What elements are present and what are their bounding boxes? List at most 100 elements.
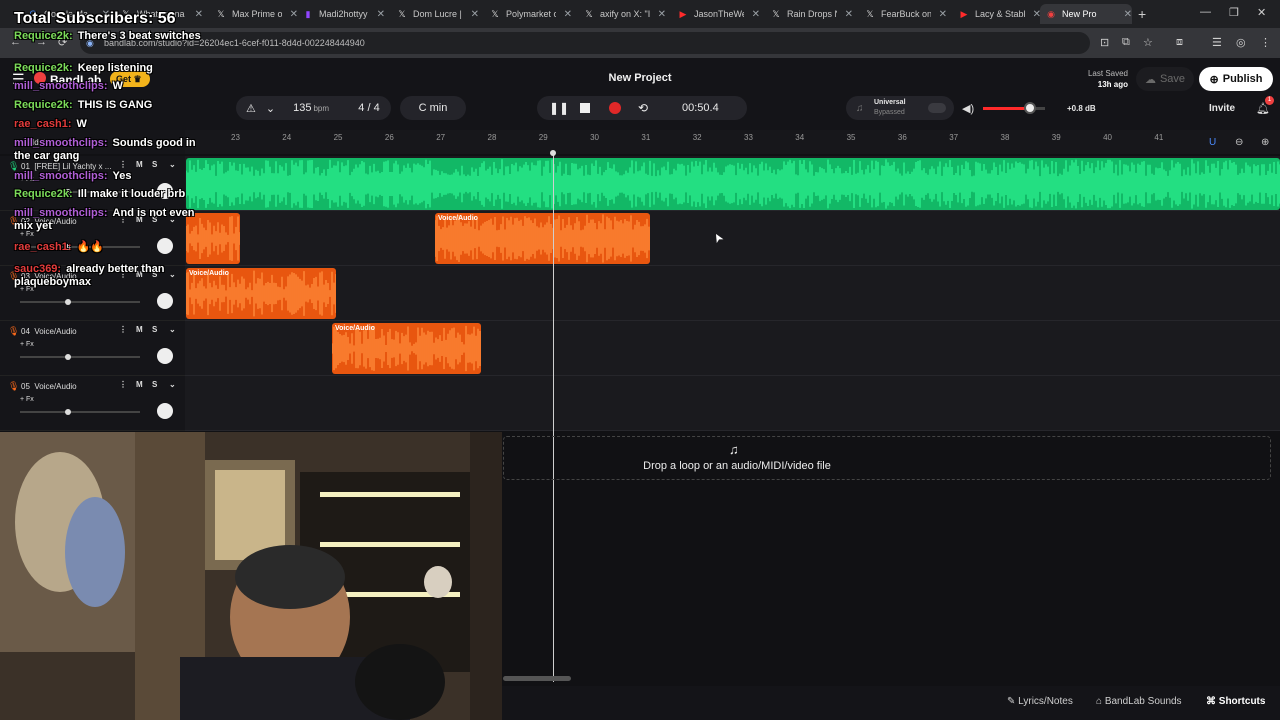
track-header[interactable]: 🎙︎ 05 Voice/Audio ⋮ M S ⌄ + Fx [0, 376, 185, 431]
tab-close-icon[interactable]: ✕ [564, 9, 572, 20]
timeline-ruler[interactable]: 23 24 25 26 27 28 29 30 31 32 33 34 35 36 37 38 39 40 41 [185, 130, 1280, 154]
master-preset[interactable]: Universal [874, 99, 906, 106]
tab-close-icon[interactable]: ✕ [752, 9, 760, 20]
lyrics-notes-button[interactable]: ✎ Lyrics/Notes [1007, 696, 1073, 707]
tab-close-icon[interactable]: ✕ [471, 9, 479, 20]
menu-kebab-icon[interactable]: ⋮ [1260, 36, 1271, 49]
loop-icon[interactable]: ⟲ [638, 101, 648, 115]
save-button[interactable]: ☁ Save [1136, 67, 1194, 91]
browser-tab[interactable]: ▶ JasonTheWe ✕ [672, 4, 760, 24]
track-volume-knob[interactable] [65, 409, 71, 415]
browser-tab[interactable]: 𝕏 Rain Drops N ✕ [765, 4, 853, 24]
browser-tab[interactable]: 𝕏 Max Prime o ✕ [210, 4, 298, 24]
stop-icon[interactable] [580, 103, 590, 113]
chat-username: sauc369: [14, 263, 62, 275]
chat-username: mill_smoothclips: [14, 207, 108, 219]
tab-close-icon[interactable]: ✕ [1124, 9, 1132, 20]
track-volume-slider[interactable] [20, 299, 140, 305]
playhead[interactable] [553, 152, 554, 682]
minimize-icon[interactable]: — [1200, 6, 1211, 18]
profile-icon[interactable]: ◎ [1236, 36, 1246, 49]
mute-button[interactable]: M [136, 325, 143, 334]
track-menu-icon[interactable]: ⋮ [119, 325, 127, 334]
track-menu-icon[interactable]: ⋮ [119, 380, 127, 389]
track-volume-slider[interactable] [20, 409, 140, 415]
mastering-toggle[interactable] [928, 103, 946, 113]
invite-button[interactable]: Invite [1203, 96, 1241, 120]
magnet-snap-icon[interactable]: U [1209, 137, 1216, 148]
track-header[interactable]: 🎙︎ 04 Voice/Audio ⋮ M S ⌄ + Fx [0, 321, 185, 376]
time-signature[interactable]: 4 / 4 [347, 96, 391, 120]
pause-icon[interactable]: ❚❚ [549, 101, 569, 115]
track-lane[interactable] [185, 266, 1280, 321]
install-icon[interactable]: ⧉ [1122, 36, 1130, 49]
tab-search-icon[interactable]: ☰ [1212, 36, 1222, 49]
audio-clip[interactable] [186, 158, 1280, 210]
screenshot-icon[interactable]: ⊡ [1100, 36, 1109, 49]
shortcuts-button[interactable]: ⌘ Shortcuts [1206, 696, 1265, 707]
track-pan-knob[interactable] [157, 293, 173, 309]
maximize-icon[interactable]: ❐ [1229, 6, 1239, 19]
audio-clip[interactable]: Voice/Audio [332, 323, 481, 374]
close-window-icon[interactable]: ✕ [1257, 6, 1266, 19]
track-lane[interactable] [185, 376, 1280, 431]
track-title[interactable]: 04 Voice/Audio [21, 327, 77, 336]
browser-tab[interactable]: 𝕏 Dom Lucre | ✕ [391, 4, 479, 24]
chevron-down-icon[interactable]: ⌄ [266, 102, 275, 115]
browser-tab[interactable]: 𝕏 FearBuck on ✕ [859, 4, 947, 24]
ruler-bar-label: 38 [1000, 133, 1010, 142]
tab-close-icon[interactable]: ✕ [939, 9, 947, 20]
solo-button[interactable]: S [152, 380, 157, 389]
ruler-bar-label: 41 [1154, 133, 1164, 142]
track-lane[interactable] [185, 211, 1280, 266]
chat-message: mill_smoothclips: Yes [14, 170, 132, 183]
track-pan-knob[interactable] [157, 348, 173, 364]
horizontal-scrollbar[interactable] [503, 676, 571, 681]
chevron-down-icon[interactable]: ⌄ [169, 325, 176, 334]
chevron-down-icon[interactable]: ⌄ [169, 380, 176, 389]
tab-close-icon[interactable]: ✕ [377, 9, 385, 20]
track-title[interactable]: 05 Voice/Audio [21, 382, 77, 391]
bookmark-star-icon[interactable]: ☆ [1143, 36, 1153, 49]
record-icon[interactable] [609, 102, 621, 114]
browser-tab[interactable]: 𝕏axify on X: "I ✕ [578, 4, 666, 24]
bpm-value[interactable]: 135 [293, 102, 311, 114]
playhead-handle[interactable] [550, 150, 556, 156]
ruler-bar-label: 24 [282, 133, 292, 142]
project-title[interactable]: New Project [540, 72, 740, 84]
browser-tab-label: axify on X: "I [600, 9, 650, 19]
speaker-icon[interactable]: ◀) [962, 102, 974, 115]
add-fx-button[interactable]: + Fx [20, 396, 34, 403]
zoom-in-icon[interactable]: ⊕ [1261, 137, 1269, 148]
drop-zone[interactable] [503, 436, 1271, 480]
track-header[interactable]: 🎙︎ 01 [FREE] Lil Yachty x ... ⋮ M S ⌄ + Fx [0, 156, 185, 211]
publish-button[interactable]: ⊕ Publish [1199, 67, 1273, 91]
add-fx-button[interactable]: + Fx [20, 341, 34, 348]
track-volume-slider[interactable] [20, 354, 140, 360]
browser-tab[interactable]: ▶ Lacy & Stabl ✕ [953, 4, 1041, 24]
bandlab-sounds-button[interactable]: ⌂ BandLab Sounds [1096, 696, 1182, 707]
zoom-out-icon[interactable]: ⊖ [1235, 137, 1243, 148]
key-selector[interactable]: C min [400, 96, 466, 120]
chat-text: W [112, 80, 123, 92]
tab-close-icon[interactable]: ✕ [658, 9, 666, 20]
track-pan-knob[interactable] [157, 238, 173, 254]
master-volume-slider[interactable] [983, 102, 1045, 114]
tab-close-icon[interactable]: ✕ [195, 9, 203, 20]
browser-tab[interactable]: ◉ New Pro ✕ [1040, 4, 1132, 24]
track-pan-knob[interactable] [157, 403, 173, 419]
browser-tab[interactable]: 𝕏 Polymarket o ✕ [484, 4, 572, 24]
extensions-icon[interactable]: ⧈ [1176, 36, 1183, 49]
solo-button[interactable]: S [152, 325, 157, 334]
new-tab-icon[interactable]: + [1138, 6, 1146, 22]
master-volume-knob[interactable] [1023, 102, 1036, 114]
track-volume-knob[interactable] [65, 354, 71, 360]
metronome-icon[interactable]: ⚠ [246, 102, 256, 115]
url-input[interactable]: ◉ bandlab.com/studio?id=26204ec1-6cef-f0… [80, 32, 1090, 54]
tab-close-icon[interactable]: ✕ [845, 9, 853, 20]
browser-tab[interactable]: ▮ Madi2hottyy ✕ [297, 4, 385, 24]
track-volume-knob[interactable] [65, 299, 71, 305]
mute-button[interactable]: M [136, 380, 143, 389]
chat-text: Keep listening [77, 62, 153, 74]
audio-clip[interactable]: Voice/Audio [435, 213, 650, 264]
